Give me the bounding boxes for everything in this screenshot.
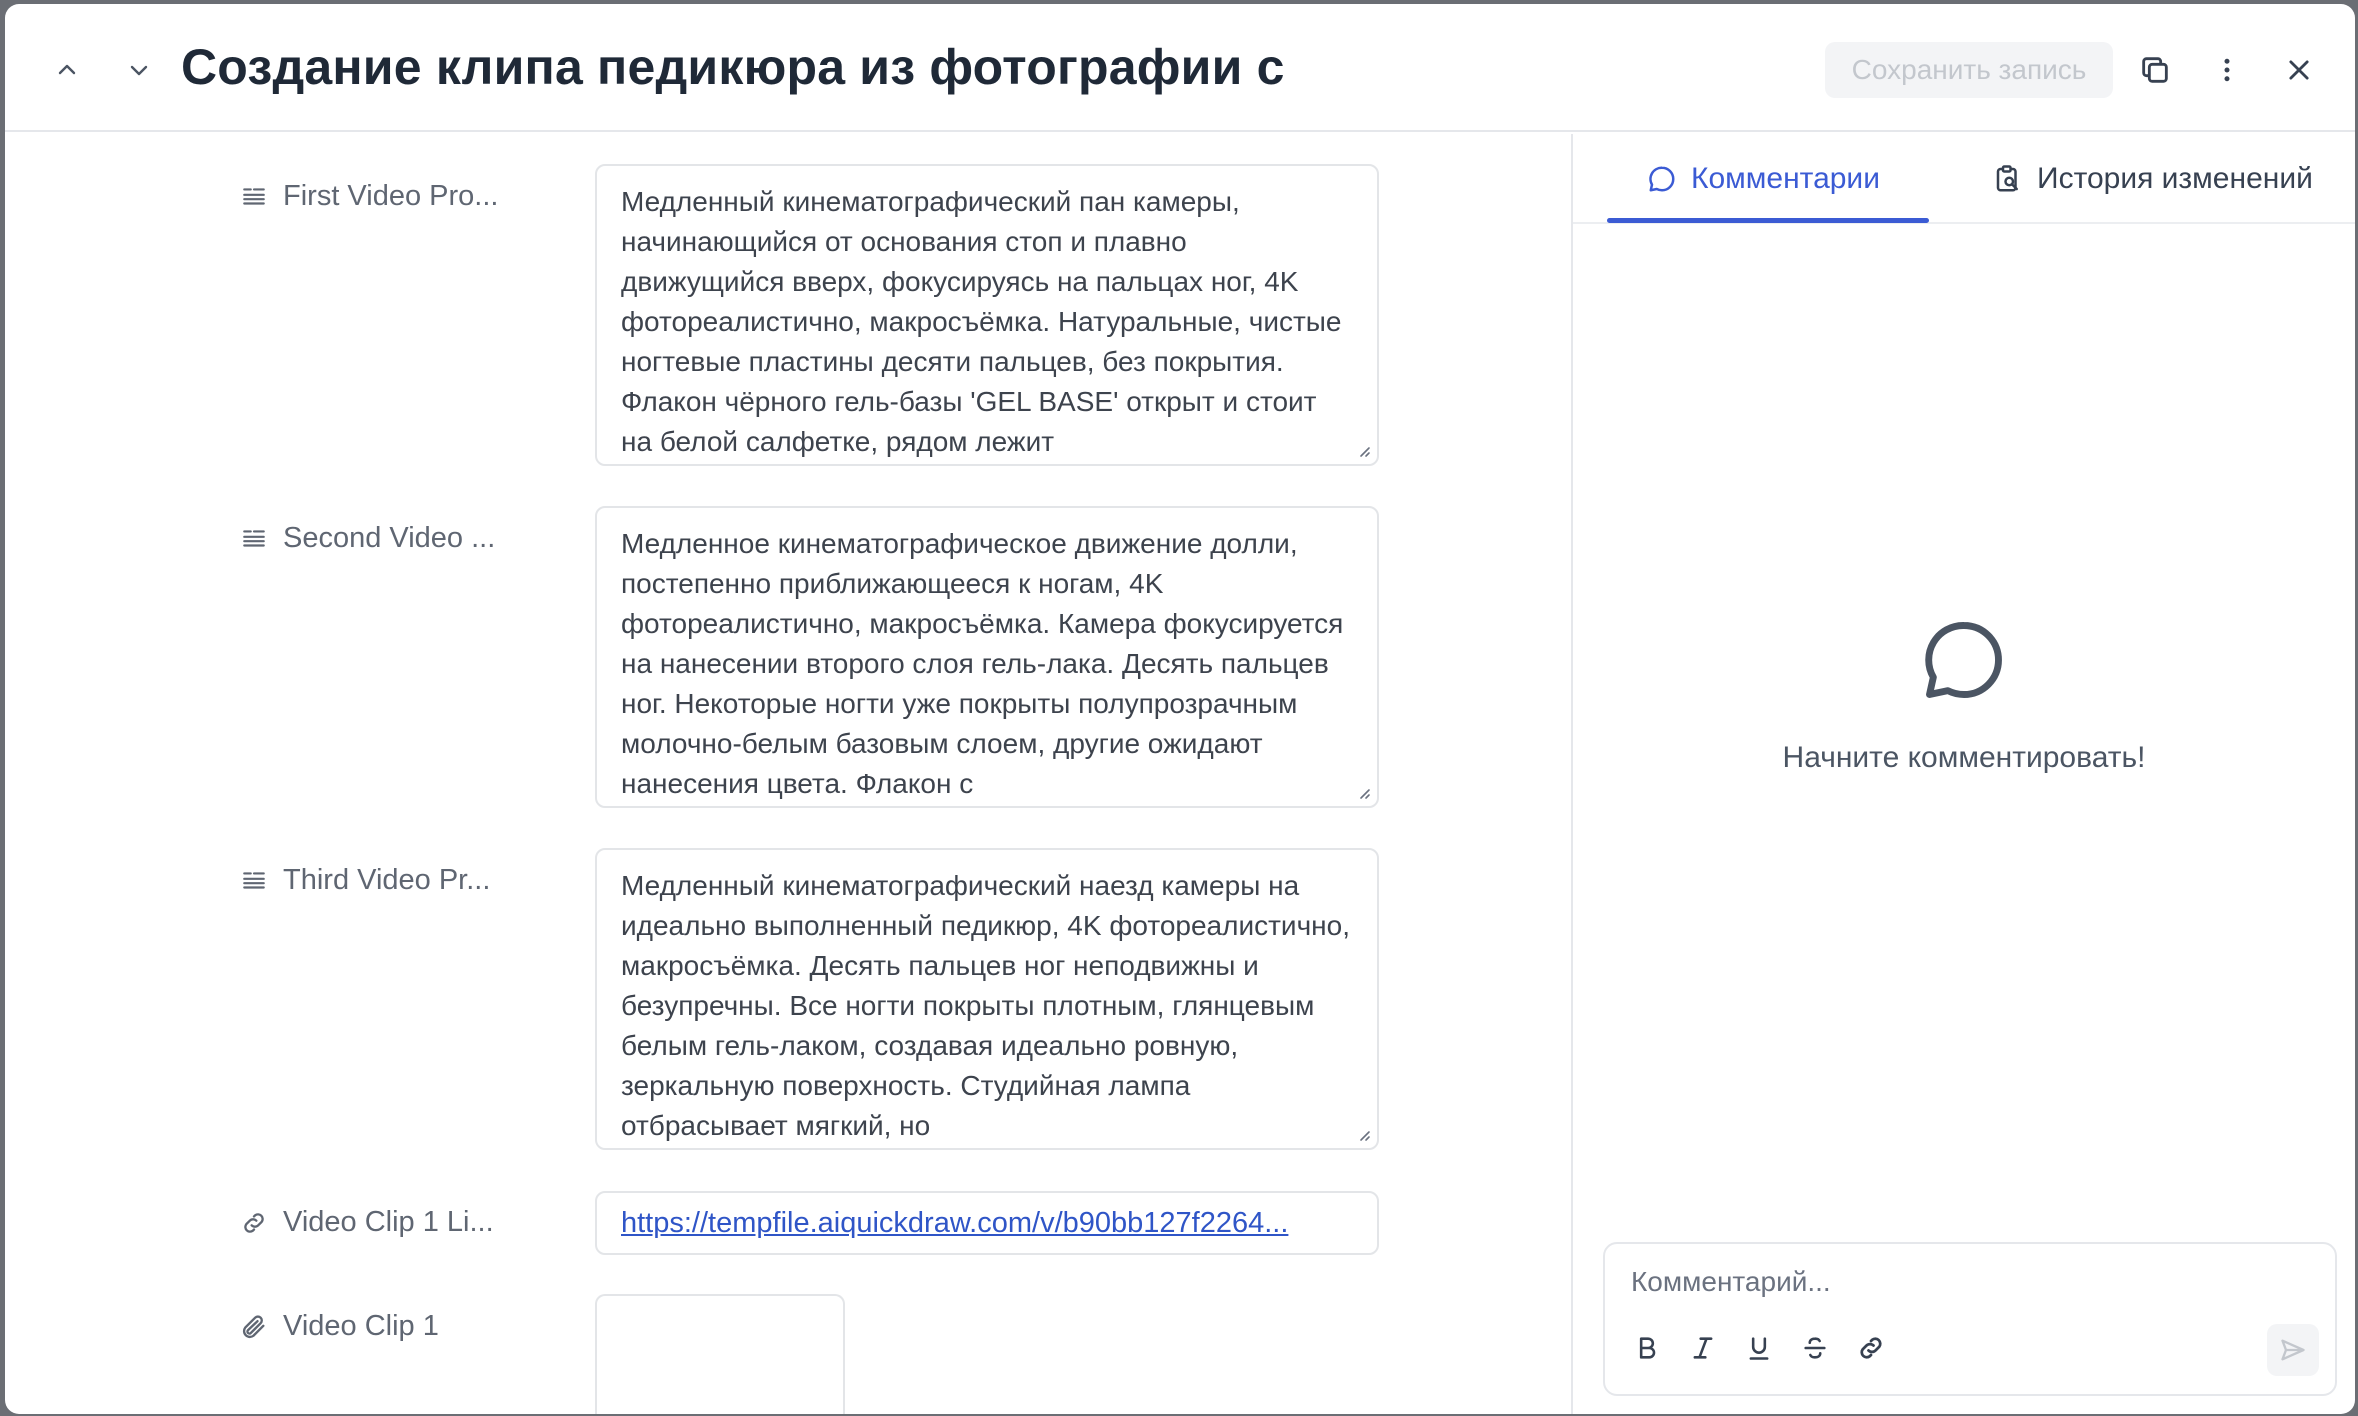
next-record-button[interactable]: [117, 48, 161, 92]
link-icon: [1860, 1337, 1882, 1359]
resize-handle-icon[interactable]: [1355, 784, 1371, 800]
field-label-video-clip-1: Video Clip 1: [239, 1310, 439, 1343]
link-icon: [239, 1208, 269, 1238]
empty-comments-text: Начните комментировать!: [1782, 741, 2146, 774]
record-fields: First Video Pro... Медленный кинематогра…: [5, 134, 1571, 1414]
duplicate-button[interactable]: [2131, 46, 2179, 94]
resize-handle-icon[interactable]: [1355, 442, 1371, 458]
comment-bubble-icon: [1925, 622, 2002, 698]
comments-panel: Комментарии История изменений Начните ко…: [1571, 134, 2355, 1414]
panel-tabs: Комментарии История изменений: [1573, 134, 2355, 224]
third-video-prompt-textarea[interactable]: Медленный кинематографический наезд каме…: [595, 848, 1379, 1150]
comment-icon: [1649, 166, 1675, 192]
long-text-icon: [239, 524, 269, 554]
field-label-video-clip-1-link: Video Clip 1 Li...: [239, 1206, 494, 1239]
more-vertical-icon: [2224, 58, 2230, 82]
italic-icon: [1693, 1337, 1713, 1359]
record-modal: Создание клипа педикюра из фотографии с …: [5, 4, 2355, 1414]
italic-button[interactable]: [1681, 1326, 1725, 1370]
long-text-icon: [239, 866, 269, 896]
save-record-button[interactable]: Сохранить запись: [1825, 42, 2113, 98]
chevron-down-icon: [130, 65, 148, 76]
first-video-prompt-textarea[interactable]: Медленный кинематографический пан камеры…: [595, 164, 1379, 466]
underline-button[interactable]: [1737, 1326, 1781, 1370]
video-clip-1-attachment[interactable]: [595, 1294, 845, 1414]
copy-icon: [2142, 57, 2168, 83]
insert-link-button[interactable]: [1849, 1326, 1893, 1370]
bold-icon: [1639, 1337, 1656, 1359]
long-text-icon: [239, 182, 269, 212]
field-label-second-video-prompt: Second Video ...: [239, 522, 495, 555]
strikethrough-button[interactable]: [1793, 1326, 1837, 1370]
clipboard-search-icon: [1996, 165, 2018, 192]
tab-history[interactable]: История изменений: [1993, 134, 2313, 224]
close-button[interactable]: [2275, 46, 2323, 94]
tab-comments[interactable]: Комментарии: [1647, 134, 1880, 224]
underline-icon: [1749, 1337, 1769, 1360]
paperclip-icon: [239, 1312, 269, 1342]
chevron-up-icon: [58, 64, 76, 75]
video-clip-1-link[interactable]: https://tempfile.aiquickdraw.com/v/b90bb…: [595, 1191, 1379, 1255]
more-options-button[interactable]: [2203, 46, 2251, 94]
strikethrough-icon: [1804, 1337, 1826, 1359]
second-video-prompt-textarea[interactable]: Медленное кинематографическое движение д…: [595, 506, 1379, 808]
send-icon: [2281, 1339, 2305, 1361]
active-tab-indicator: [1607, 218, 1929, 223]
comment-composer: Комментарий...: [1603, 1242, 2337, 1396]
close-icon: [2289, 60, 2309, 80]
field-label-first-video-prompt: First Video Pro...: [239, 180, 498, 213]
previous-record-button[interactable]: [45, 48, 89, 92]
resize-handle-icon[interactable]: [1355, 1126, 1371, 1142]
send-comment-button[interactable]: [2267, 1324, 2319, 1376]
comments-empty-state: Начните комментировать!: [1573, 614, 2355, 775]
modal-header: Создание клипа педикюра из фотографии с …: [5, 4, 2355, 132]
comment-input[interactable]: Комментарий...: [1631, 1266, 1831, 1298]
bold-button[interactable]: [1625, 1326, 1669, 1370]
field-label-third-video-prompt: Third Video Pr...: [239, 864, 490, 897]
record-title: Создание клипа педикюра из фотографии с: [181, 39, 1285, 95]
